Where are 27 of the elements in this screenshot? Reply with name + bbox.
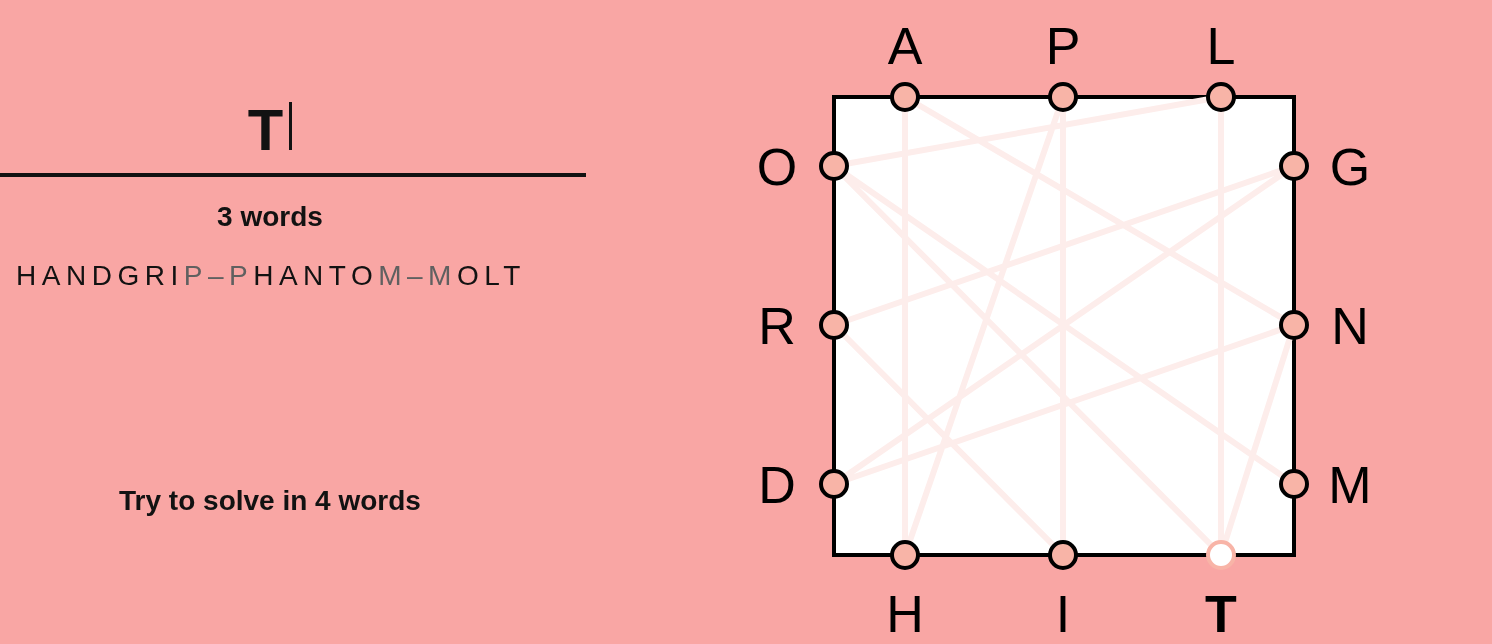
letter-node[interactable] — [1206, 82, 1236, 112]
letter-node[interactable] — [890, 82, 920, 112]
letter-node[interactable] — [1279, 151, 1309, 181]
letter-label: T — [1205, 585, 1237, 643]
goal-label: Try to solve in 4 words — [118, 487, 422, 515]
letter-node[interactable] — [1279, 469, 1309, 499]
text-cursor-icon — [289, 102, 293, 150]
letter-node[interactable] — [819, 469, 849, 499]
letter-label: O — [756, 138, 798, 196]
letter-label: I — [1055, 585, 1071, 643]
letter-label: P — [1045, 17, 1081, 75]
letter-node[interactable] — [890, 540, 920, 570]
letter-node[interactable] — [1279, 310, 1309, 340]
letter-label: H — [886, 585, 924, 643]
letter-label: M — [1328, 456, 1372, 514]
letter-label: D — [758, 456, 796, 514]
letter-node[interactable] — [1048, 540, 1078, 570]
word-count-label: 3 words — [216, 203, 324, 231]
letter-label: R — [758, 297, 796, 355]
letter-node[interactable] — [819, 151, 849, 181]
letter-label: A — [887, 17, 923, 75]
letter-label: L — [1206, 17, 1236, 75]
word-input-field[interactable]: T — [0, 0, 586, 177]
letter-label: G — [1329, 138, 1371, 196]
letter-node[interactable] — [1048, 82, 1078, 112]
letter-node[interactable] — [819, 310, 849, 340]
letter-label: N — [1331, 297, 1369, 355]
